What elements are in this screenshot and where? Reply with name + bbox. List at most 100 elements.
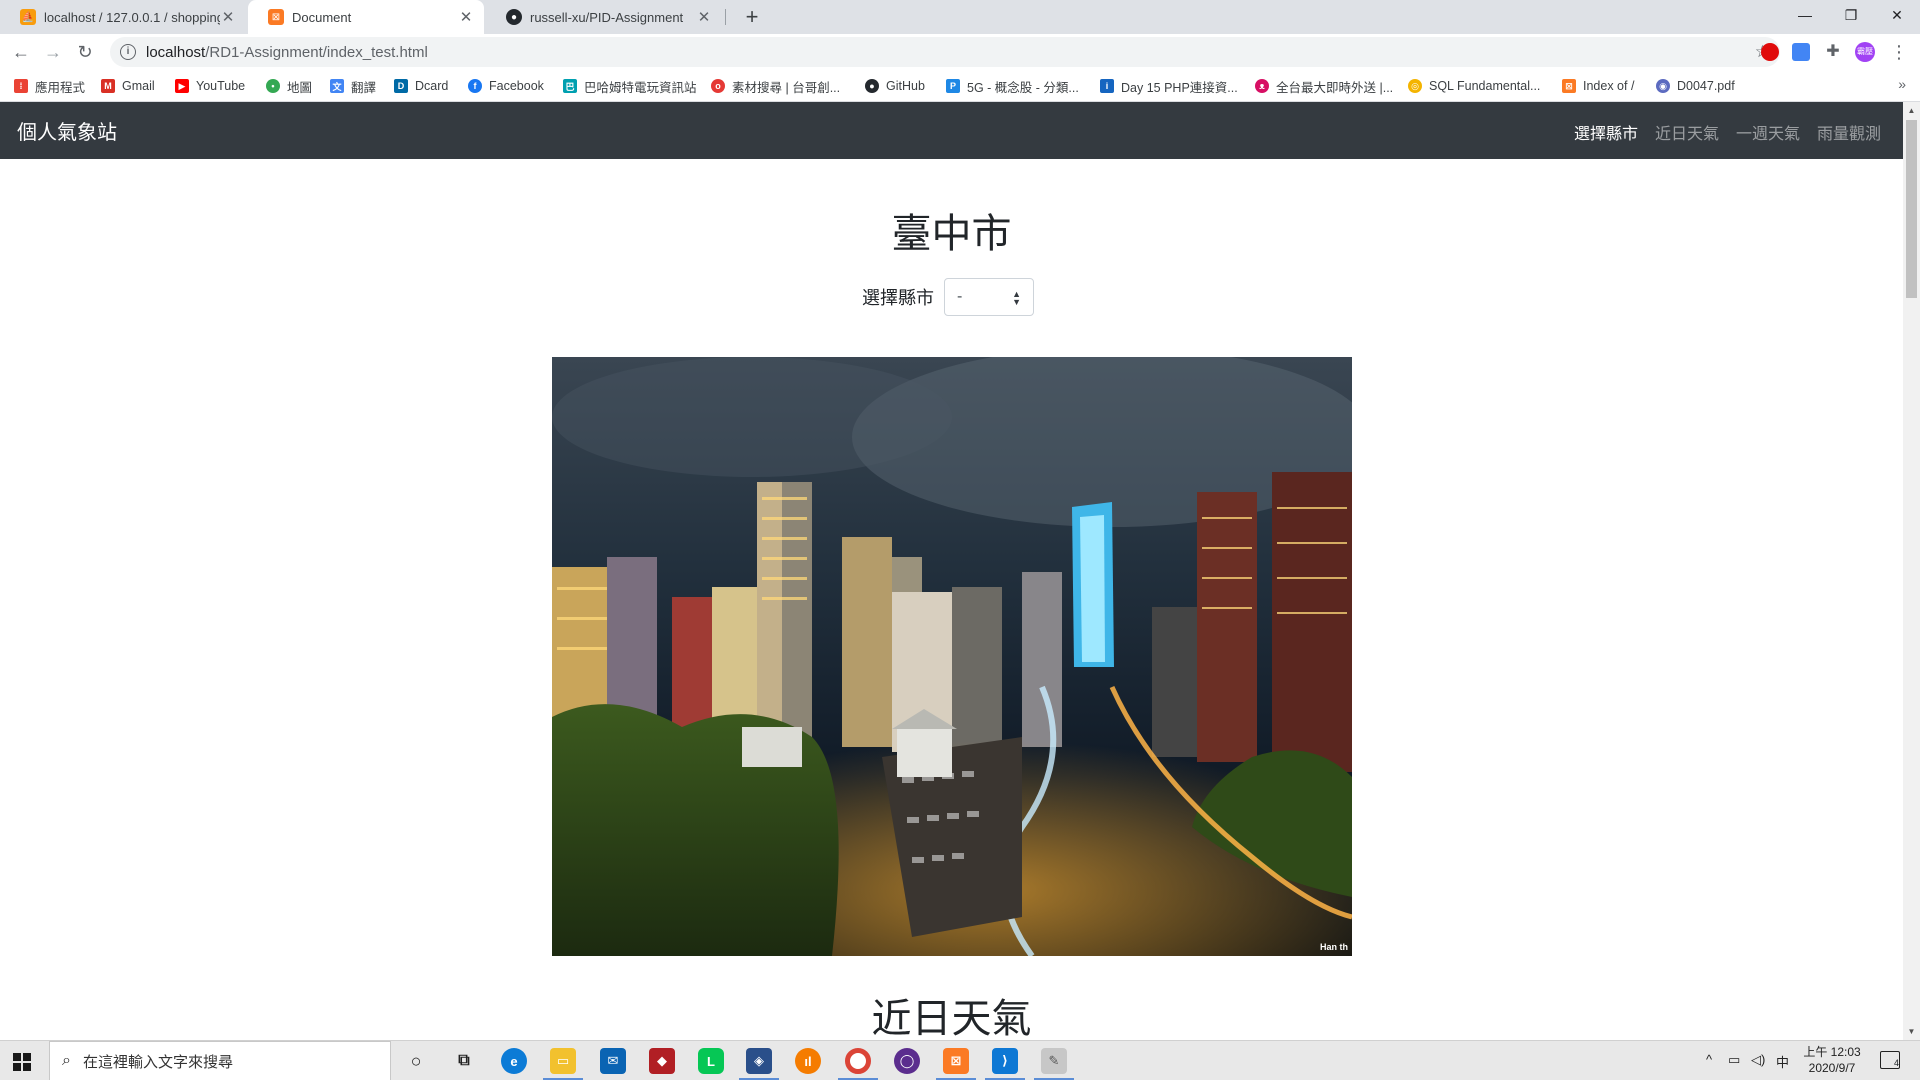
more-bookmarks-icon[interactable]: »: [1898, 76, 1906, 92]
dcard-icon: D: [394, 79, 408, 93]
bookmark-facebook[interactable]: f Facebook: [468, 76, 544, 96]
taskbar-search[interactable]: ⌕ 在這裡輸入文字來搜尋: [49, 1041, 391, 1080]
game-app-icon[interactable]: ◆: [649, 1048, 675, 1074]
tab-title: Document: [292, 9, 352, 25]
xampp-icon: ⊠: [1562, 79, 1576, 93]
bookmark-label: YouTube: [196, 79, 246, 93]
bookmark-gmail[interactable]: M Gmail: [101, 76, 155, 96]
bookmark-label: 5G - 概念股 - 分類...: [967, 80, 1079, 95]
city-select-value: -: [957, 288, 963, 305]
vscode-icon[interactable]: ⟩: [992, 1048, 1018, 1074]
bookmark-dcard[interactable]: D Dcard: [394, 76, 448, 96]
file-explorer-icon[interactable]: ▭: [550, 1048, 576, 1074]
browser-toolbar: ← → ↻ i localhost/RD1-Assignment/index_t…: [0, 34, 1920, 70]
nav-weekly-weather[interactable]: 一週天氣: [1736, 120, 1800, 144]
opera-extension-icon[interactable]: [1761, 43, 1779, 61]
city-select-label: 選擇縣市: [862, 288, 934, 308]
bahamut-icon: 巴: [563, 79, 577, 93]
ithome-icon: i: [1100, 79, 1114, 93]
bookmark-label: 巴哈姆特電玩資訊站: [584, 80, 697, 95]
bookmark-label: Dcard: [415, 79, 449, 93]
nav-select-city[interactable]: 選擇縣市: [1574, 120, 1638, 144]
site-info-icon[interactable]: i: [120, 44, 136, 60]
site-brand[interactable]: 個人氣象站: [17, 116, 117, 145]
network-icon[interactable]: ▭: [1728, 1052, 1740, 1068]
tab-title: russell-xu/PID-Assignment: [530, 9, 684, 25]
line-icon[interactable]: L: [698, 1048, 724, 1074]
bookmark-maps[interactable]: • 地圖: [266, 76, 312, 96]
show-hidden-icons-icon[interactable]: ^: [1706, 1052, 1712, 1067]
page-scrollbar[interactable]: ▲ ▼: [1903, 102, 1920, 1040]
tab-document[interactable]: ⊠ Document ✕: [248, 0, 484, 34]
bookmark-translate[interactable]: 文翻譯: [330, 76, 376, 96]
scroll-down-icon[interactable]: ▼: [1903, 1023, 1920, 1040]
close-tab-icon[interactable]: ✕: [458, 8, 474, 26]
back-icon[interactable]: ←: [7, 38, 35, 66]
task-view-icon[interactable]: ⧉: [451, 1048, 477, 1074]
url-host: localhost: [146, 43, 206, 61]
edge-icon[interactable]: e: [501, 1048, 527, 1074]
forward-icon[interactable]: →: [39, 38, 67, 66]
paint-app-icon[interactable]: ✎: [1041, 1048, 1067, 1074]
apps-grid-icon: ⁞: [14, 79, 28, 93]
url-path: /RD1-Assignment/index_test.html: [205, 43, 428, 61]
bookmark-index[interactable]: ⊠ Index of /: [1562, 76, 1634, 96]
gmail-icon: M: [101, 79, 115, 93]
bookmark-5g-stocks[interactable]: P 5G - 概念股 - 分類...: [946, 76, 1079, 96]
site-nav-links: 選擇縣市 近日天氣 一週天氣 雨量觀測: [1574, 120, 1881, 144]
profile-avatar[interactable]: 霸壓: [1855, 42, 1875, 62]
bookmark-asset-search[interactable]: o 素材搜尋 | 台哥創...: [711, 76, 840, 96]
tab-phpmyadmin[interactable]: ⛵ localhost / 127.0.0.1 / shopping ✕: [0, 0, 246, 34]
bookmark-label: GitHub: [886, 79, 925, 93]
stats-app-icon[interactable]: ıl: [795, 1048, 821, 1074]
bookmark-ithome[interactable]: i Day 15 PHP連接資...: [1100, 76, 1238, 96]
bookmark-youtube[interactable]: ▶ YouTube: [175, 76, 245, 96]
bookmark-label: 翻譯: [351, 80, 377, 95]
phpmyadmin-icon: ⛵: [20, 9, 36, 25]
bookmark-label: Facebook: [489, 79, 544, 93]
tab-github-repo[interactable]: ● russell-xu/PID-Assignment ✕: [486, 0, 722, 34]
windows-start-icon[interactable]: [13, 1053, 31, 1071]
scrollbar-thumb[interactable]: [1906, 120, 1917, 298]
nav-rainfall[interactable]: 雨量觀測: [1817, 120, 1881, 144]
translate-extension-icon[interactable]: [1792, 43, 1810, 61]
maps-pin-icon: •: [266, 79, 280, 93]
browser-menu-icon[interactable]: ⋮: [1885, 38, 1913, 66]
nav-recent-weather[interactable]: 近日天氣: [1655, 120, 1719, 144]
minimize-icon[interactable]: —: [1782, 0, 1828, 30]
reload-icon[interactable]: ↻: [71, 38, 99, 66]
cortana-icon[interactable]: ○: [403, 1048, 429, 1074]
xampp-icon[interactable]: ⊠: [943, 1048, 969, 1074]
city-select[interactable]: - ▲ ▼: [944, 278, 1034, 316]
mail-icon[interactable]: ✉: [600, 1048, 626, 1074]
restore-icon[interactable]: ❐: [1828, 0, 1874, 30]
volume-icon[interactable]: ◁): [1751, 1052, 1765, 1068]
bookmark-label: Day 15 PHP連接資...: [1121, 80, 1238, 95]
bookmark-foodpanda[interactable]: ᴥ 全台最大即時外送 |...: [1255, 76, 1393, 96]
windows-taskbar: ⌕ 在這裡輸入文字來搜尋 ○ ⧉ e ▭ ✉ ◆ L ◈ ıl ◯ ⊠ ⟩ ✎ …: [0, 1040, 1920, 1080]
bookmark-github[interactable]: ● GitHub: [865, 76, 925, 96]
close-tab-icon[interactable]: ✕: [220, 8, 236, 26]
scroll-up-icon[interactable]: ▲: [1903, 102, 1920, 119]
virtualbox-icon[interactable]: ◈: [746, 1048, 772, 1074]
bookmark-pdf[interactable]: ◉ D0047.pdf: [1656, 76, 1735, 96]
select-caret-icon: ▲ ▼: [1012, 289, 1021, 307]
window-close-icon[interactable]: ✕: [1874, 0, 1920, 30]
site-navbar: 個人氣象站 選擇縣市 近日天氣 一週天氣 雨量觀測: [0, 102, 1903, 159]
image-watermark: Han th: [1320, 942, 1348, 952]
action-center-icon[interactable]: 4: [1880, 1051, 1900, 1069]
new-tab-button[interactable]: +: [738, 3, 766, 31]
close-tab-icon[interactable]: ✕: [696, 8, 712, 26]
extensions-puzzle-icon[interactable]: ✚: [1824, 43, 1842, 61]
chrome-icon[interactable]: [845, 1048, 871, 1074]
address-bar[interactable]: i localhost/RD1-Assignment/index_test.ht…: [110, 37, 1780, 67]
circle-app-icon[interactable]: ◯: [894, 1048, 920, 1074]
taskbar-clock[interactable]: 上午 12:03 2020/9/7: [1790, 1044, 1874, 1076]
tab-title: localhost / 127.0.0.1 / shopping: [44, 9, 220, 25]
bookmark-sql[interactable]: ◎ SQL Fundamental...: [1408, 76, 1540, 96]
bookmark-apps[interactable]: ⁞ 應用程式: [14, 76, 85, 96]
bookmark-label: D0047.pdf: [1677, 79, 1735, 93]
sql-icon: ◎: [1408, 79, 1422, 93]
bookmark-bahamut[interactable]: 巴巴哈姆特電玩資訊站: [563, 76, 697, 96]
input-method-indicator[interactable]: 中: [1776, 1052, 1789, 1071]
